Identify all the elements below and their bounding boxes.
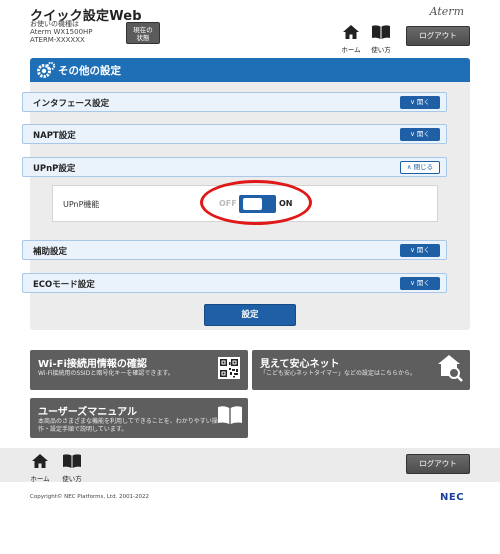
chevron-down-icon: ∨	[410, 98, 415, 106]
device-model: Aterm WX1500HP	[30, 28, 93, 36]
footer-help-link[interactable]: 使い方	[58, 453, 86, 483]
home-icon	[343, 25, 359, 39]
device-label: お使いの機種は	[30, 20, 79, 28]
logout-button[interactable]: ログアウト	[406, 26, 470, 46]
footer-home-link[interactable]: ホーム	[26, 453, 54, 483]
apply-settings-button[interactable]: 設定	[204, 304, 296, 326]
open-button[interactable]: ∨ 開く	[400, 277, 440, 290]
nec-logo: NEC	[440, 492, 465, 503]
book-icon	[63, 454, 81, 468]
chevron-down-icon: ∨	[410, 279, 415, 287]
panel-header: その他の設定	[30, 58, 470, 82]
help-link[interactable]: 使い方	[367, 24, 395, 54]
open-button[interactable]: ∨ 開く	[400, 244, 440, 257]
chevron-down-icon: ∨	[410, 130, 415, 138]
copyright-text: Copyright© NEC Platforms, Ltd. 2001-2022	[30, 494, 150, 500]
accordion-upnp[interactable]: UPnP設定 ∧ 閉じる	[22, 157, 447, 177]
accordion-auxiliary[interactable]: 補助設定 ∨ 開く	[22, 240, 447, 260]
current-status-button[interactable]: 現在の 状態	[126, 22, 160, 44]
home-icon	[32, 454, 48, 468]
header: クイック設定Web お使いの機種は Aterm WX1500HP ATERM-X…	[0, 0, 500, 54]
accordion-napt[interactable]: NAPT設定 ∨ 開く	[22, 124, 447, 144]
footer-bar: ホーム 使い方 ログアウト	[0, 448, 500, 483]
chevron-up-icon: ∧	[406, 163, 412, 171]
device-ssid-name: ATERM-XXXXXX	[30, 36, 85, 44]
open-button[interactable]: ∨ 開く	[400, 128, 440, 141]
page-title: その他の設定	[58, 65, 121, 77]
house-search-icon	[438, 355, 463, 382]
gear-icon	[37, 61, 56, 78]
chevron-down-icon: ∨	[410, 246, 415, 254]
wifi-info-card[interactable]: Wi-Fi接続用情報の確認 Wi-Fi接続用のSSIDと暗号化キーを確認できます…	[30, 350, 248, 390]
home-link[interactable]: ホーム	[337, 24, 365, 54]
accordion-eco-mode[interactable]: ECOモード設定 ∨ 開く	[22, 273, 447, 293]
upnp-function-label: UPnP機能	[63, 200, 100, 209]
open-button[interactable]: ∨ 開く	[400, 96, 440, 109]
accordion-interface[interactable]: インタフェース設定 ∨ 開く	[22, 92, 447, 112]
highlight-circle	[200, 180, 312, 225]
qr-code-icon	[218, 357, 240, 379]
book-icon	[372, 25, 390, 39]
safe-net-card[interactable]: 見えて安心ネット 「こども安心ネットタイマー」などの設定はこちらから。	[252, 350, 470, 390]
brand-logo: Aterm	[429, 5, 464, 18]
book-icon	[218, 406, 242, 424]
footer-logout-button[interactable]: ログアウト	[406, 454, 470, 474]
close-button[interactable]: ∧ 閉じる	[400, 161, 440, 174]
user-manual-card[interactable]: ユーザーズマニュアル 本商品のさまざまな機能を利用してできることを、わかりやすい…	[30, 398, 248, 438]
